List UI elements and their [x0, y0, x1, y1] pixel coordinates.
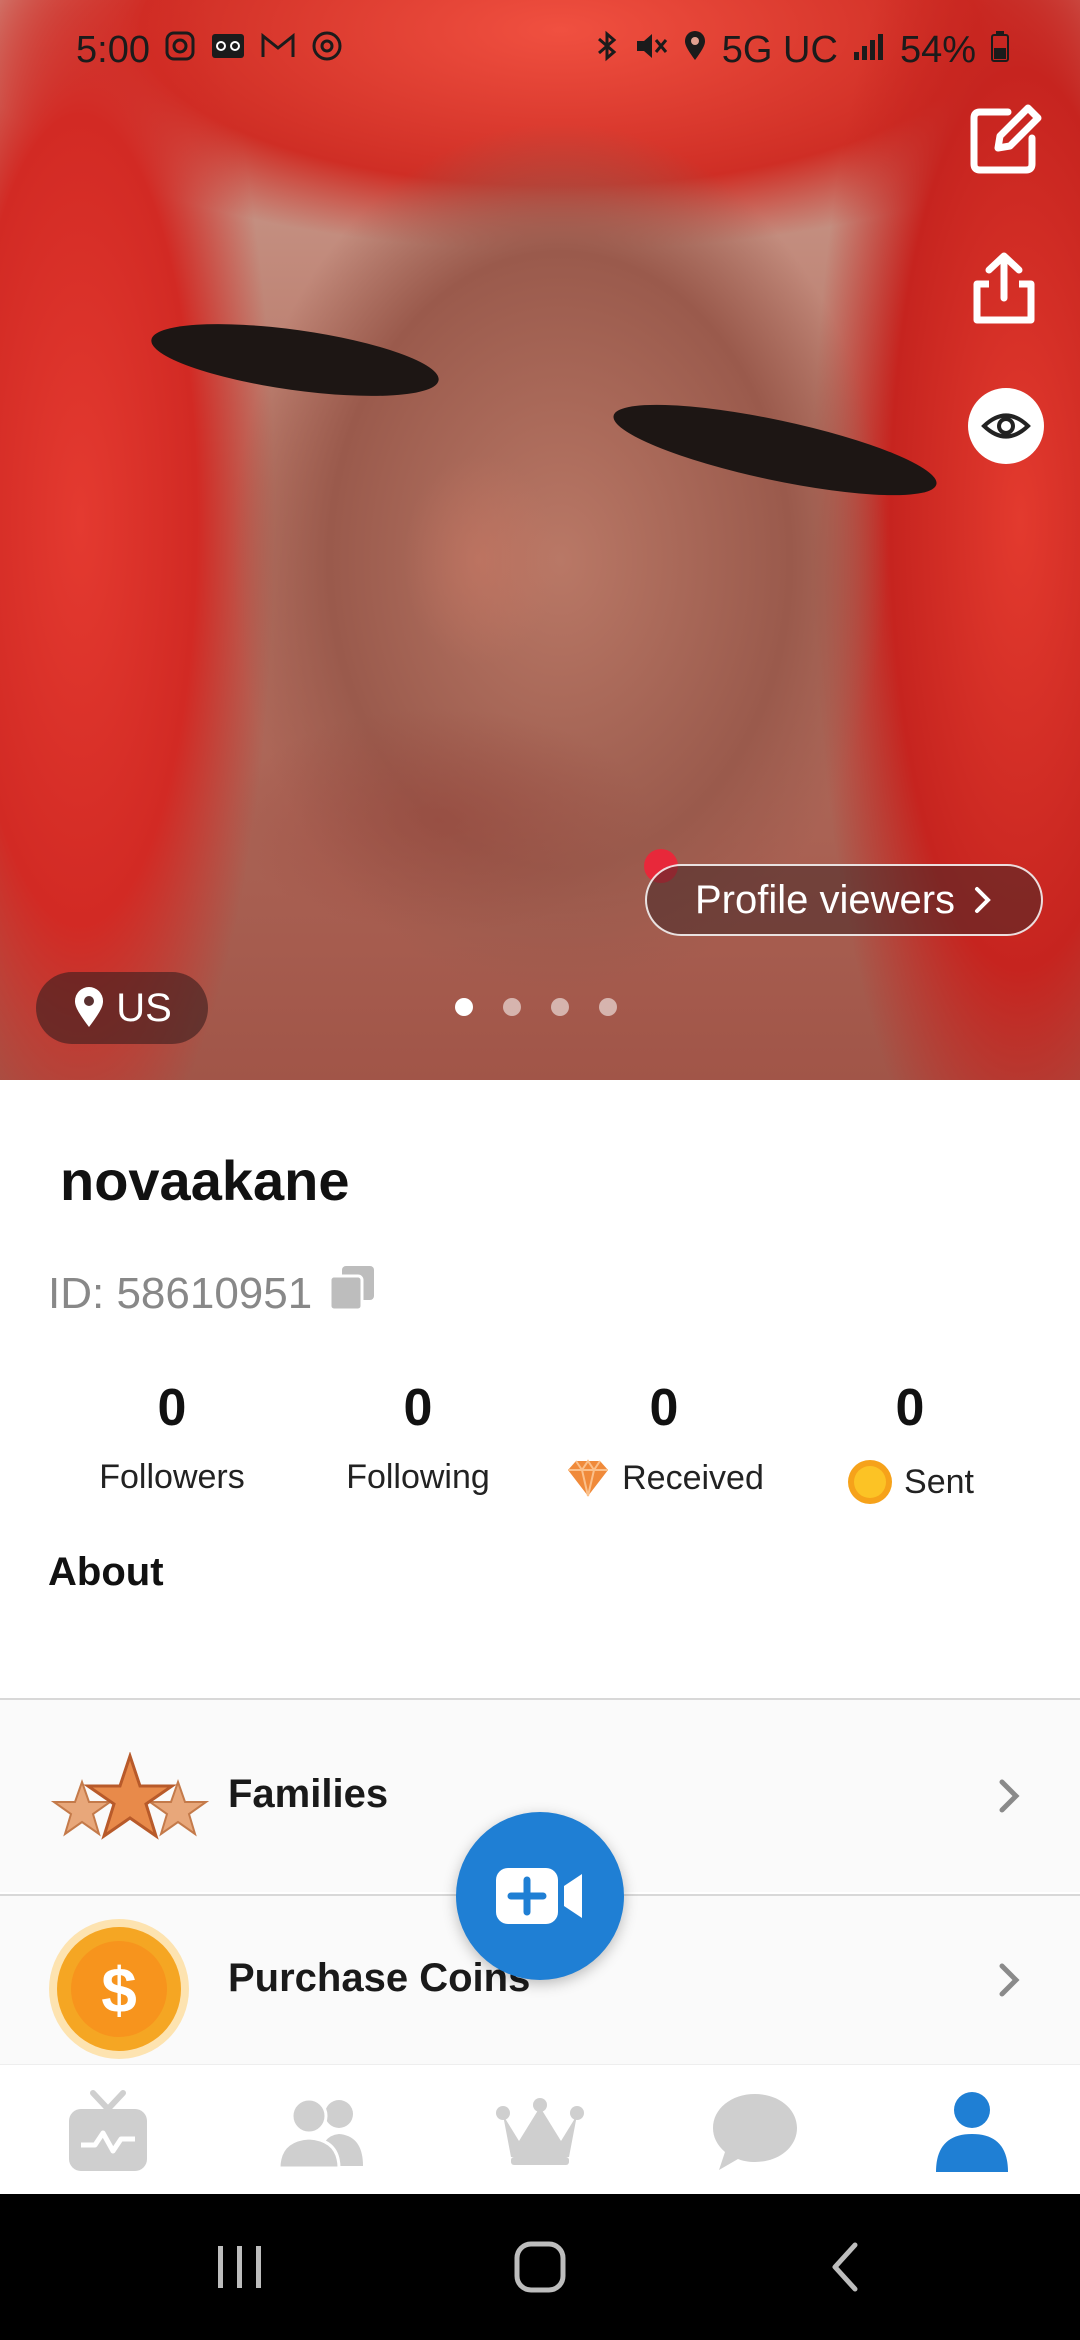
nav-friends[interactable] — [272, 2087, 372, 2177]
user-id-row: ID: 58610951 — [48, 1262, 378, 1325]
dollar-coin-icon: $ — [49, 1919, 189, 2059]
families-stars-icon — [50, 1752, 210, 1840]
stat-label: Followers — [99, 1458, 245, 1496]
recent-apps-button[interactable] — [200, 2234, 280, 2300]
diamond-icon — [568, 1459, 609, 1497]
stat-value: 0 — [157, 1379, 187, 1437]
stat-label: Following — [346, 1458, 490, 1496]
home-icon — [514, 2241, 566, 2293]
profile-icon — [936, 2092, 1008, 2172]
status-bar: 5:00 5G UC 54% — [0, 0, 1080, 100]
chevron-right-icon — [999, 1963, 1020, 1997]
home-button[interactable] — [500, 2234, 580, 2300]
system-nav-bar — [0, 2194, 1080, 2340]
stats-row: 0 Followers 0 Following 0 Received 0 Sen… — [0, 1378, 1080, 1504]
nav-live[interactable] — [58, 2087, 158, 2177]
photo-detail — [147, 310, 443, 410]
voicemail-icon — [210, 31, 246, 69]
back-button[interactable] — [805, 2234, 885, 2300]
stat-followers[interactable]: 0 Followers — [52, 1378, 292, 1497]
battery-icon — [990, 29, 1010, 72]
location-text: US — [116, 985, 172, 1030]
copy-icon — [328, 1266, 375, 1312]
profile-photo-carousel[interactable]: 5:00 5G UC 54% Profile viewers US — [0, 0, 1080, 1080]
go-live-button[interactable] — [456, 1812, 624, 1980]
instagram-icon — [164, 30, 196, 70]
edit-icon — [970, 104, 1042, 174]
crown-icon — [496, 2098, 584, 2165]
network-type: 5G UC — [721, 28, 838, 71]
gmail-icon — [260, 31, 296, 69]
battery-percent: 54% — [899, 28, 976, 71]
purchase-coins-label: Purchase Coins — [228, 1956, 531, 2000]
stat-label: Received — [622, 1458, 764, 1497]
stat-sent[interactable]: 0 Sent — [790, 1378, 1030, 1506]
profile-viewers-button[interactable]: Profile viewers — [645, 864, 1043, 936]
eye-icon — [981, 413, 1031, 439]
edit-profile-button[interactable] — [956, 92, 1052, 188]
nav-ranking[interactable] — [490, 2087, 590, 2177]
nav-messages[interactable] — [705, 2087, 805, 2177]
threads-icon — [310, 29, 344, 71]
carousel-indicator — [455, 998, 617, 1016]
username: novaakane — [60, 1149, 350, 1212]
bluetooth-icon — [594, 29, 620, 72]
status-time: 5:00 — [76, 28, 150, 71]
share-icon — [973, 252, 1035, 324]
live-tv-icon — [69, 2090, 147, 2171]
about-heading: About — [48, 1550, 164, 1594]
recent-apps-icon — [218, 2246, 261, 2288]
chevron-right-icon — [975, 887, 991, 913]
location-icon — [682, 29, 708, 72]
copy-id-button[interactable] — [326, 1262, 378, 1325]
stat-following[interactable]: 0 Following — [298, 1378, 538, 1497]
location-pin-icon — [75, 987, 104, 1027]
profile-viewers-label: Profile viewers — [694, 877, 956, 922]
mute-icon — [634, 29, 668, 72]
photo-detail — [607, 386, 943, 514]
chevron-right-icon — [999, 1779, 1020, 1813]
stat-value: 0 — [403, 1379, 433, 1437]
share-button[interactable] — [956, 240, 1052, 336]
visibility-button[interactable] — [968, 388, 1044, 464]
location-badge: US — [36, 972, 208, 1044]
carousel-dot[interactable] — [599, 998, 617, 1016]
stat-label: Sent — [904, 1462, 974, 1501]
bottom-nav — [0, 2064, 1080, 2194]
back-icon — [832, 2242, 858, 2292]
signal-icon — [852, 29, 886, 72]
user-id: ID: 58610951 — [48, 1268, 313, 1318]
families-label: Families — [228, 1772, 389, 1816]
stat-received[interactable]: 0 Received — [544, 1378, 784, 1498]
chat-icon — [713, 2094, 797, 2170]
friends-icon — [277, 2097, 363, 2168]
carousel-dot[interactable] — [551, 998, 569, 1016]
add-video-icon — [496, 1868, 582, 1924]
stat-value: 0 — [895, 1379, 925, 1437]
stat-value: 0 — [649, 1379, 679, 1437]
coin-icon — [848, 1460, 893, 1504]
carousel-dot[interactable] — [503, 998, 521, 1016]
carousel-dot[interactable] — [455, 998, 473, 1016]
nav-profile[interactable] — [922, 2087, 1022, 2177]
svg-text:$: $ — [101, 1954, 137, 2026]
